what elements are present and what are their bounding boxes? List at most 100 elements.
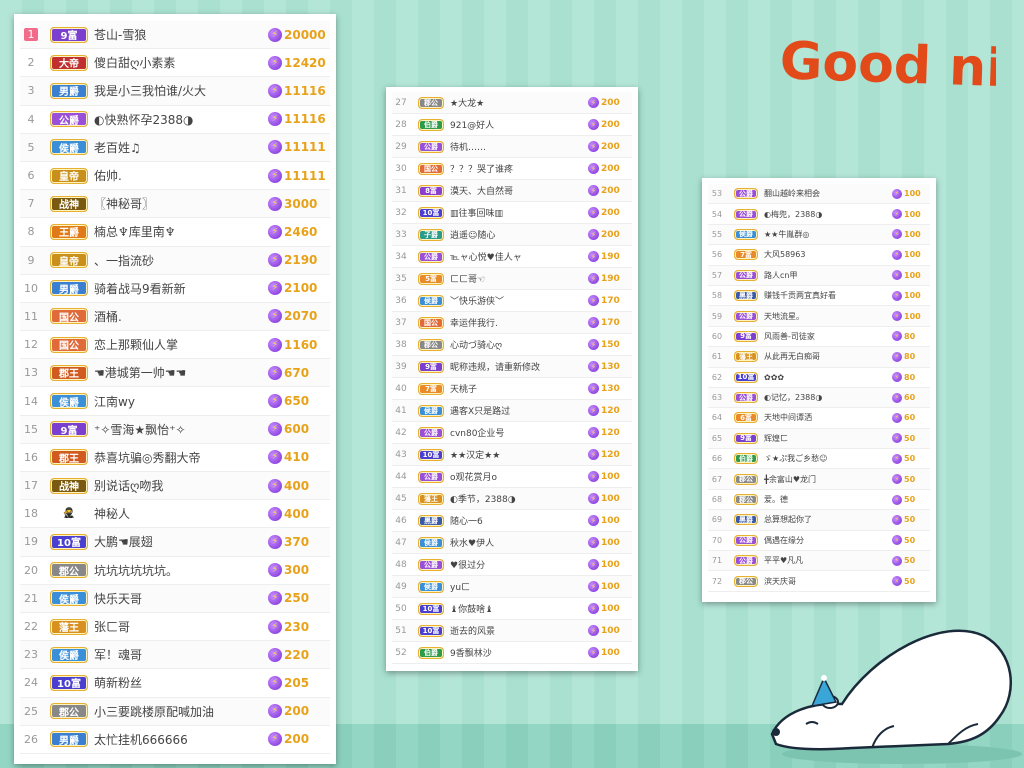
user-name[interactable]: 苍山-雪狼: [94, 26, 268, 43]
ranking-row[interactable]: 2 大帝 傻白甜ღ小素素 ⚡ 12420: [20, 49, 330, 78]
ranking-row[interactable]: 46 黑爵 随心一6 ⚡ 100: [392, 510, 632, 532]
user-name[interactable]: ◐快熟怀孕2388◑: [94, 111, 268, 128]
user-name[interactable]: 傻白甜ღ小素素: [94, 54, 268, 71]
ranking-row[interactable]: 41 侯爵 遇客Ⅹ只是路过 ⚡ 120: [392, 400, 632, 422]
ranking-row[interactable]: 37 国公 幸运伴我行. ⚡ 170: [392, 312, 632, 334]
ranking-row[interactable]: 70 公爵 偶遇在缘分 ⚡ 50: [708, 531, 930, 552]
ranking-row[interactable]: 15 9富 ⁺✧雪海★飘怡⁺✧ ⚡ 600: [20, 415, 330, 444]
ranking-row[interactable]: 17 战神 别说话ღ吻我 ⚡ 400: [20, 472, 330, 501]
user-name[interactable]: 逍遥☺随心: [450, 228, 588, 241]
user-name[interactable]: ℡ャ心悦♥佳人ャ: [450, 250, 588, 263]
ranking-row[interactable]: 27 郡公 ★大龙★ ⚡ 200: [392, 92, 632, 114]
ranking-row[interactable]: 6 皇帝 佑帅. ⚡ 11111: [20, 162, 330, 191]
user-name[interactable]: 赚钱千贡两宜真好看: [764, 290, 892, 301]
user-name[interactable]: ♝你鼓啥♝: [450, 602, 588, 615]
user-name[interactable]: ╋余富山♥龙门: [764, 474, 892, 485]
ranking-row[interactable]: 10 男爵 骑着战马9看新新 ⚡ 2100: [20, 275, 330, 303]
user-name[interactable]: 滨天庆哥: [764, 576, 892, 587]
ranking-row[interactable]: 9 皇帝 、一指流砂 ⚡ 2190: [20, 246, 330, 275]
ranking-row[interactable]: 28 伯爵 921@好人 ⚡ 200: [392, 114, 632, 136]
user-name[interactable]: 翻山越岭来相会: [764, 188, 892, 199]
user-name[interactable]: 太忙挂机666666: [94, 731, 268, 748]
user-name[interactable]: 恋上那颗仙人掌: [94, 336, 268, 353]
ranking-row[interactable]: 63 公爵 ◐记忆，2388◑ ⚡ 60: [708, 387, 930, 409]
user-name[interactable]: yuㄈ: [450, 580, 588, 593]
user-name[interactable]: 爱。德: [764, 494, 892, 505]
user-name[interactable]: 昵称违规，请重新修改: [450, 360, 588, 373]
user-name[interactable]: 、一指流砂: [94, 252, 268, 269]
ranking-row[interactable]: 58 黑爵 赚钱千贡两宜真好看 ⚡ 100: [708, 286, 930, 307]
user-name[interactable]: 天桃子: [450, 382, 588, 395]
ranking-row[interactable]: 24 10富 萌新粉丝 ⚡ 205: [20, 669, 330, 698]
ranking-row[interactable]: 22 藩王 张ㄈ哥 ⚡ 230: [20, 613, 330, 642]
ranking-row[interactable]: 3 男爵 我是小三我怕谁/火大 ⚡ 11116: [20, 77, 330, 106]
ranking-row[interactable]: 1 9富 苍山-雪狼 ⚡ 20000: [20, 21, 330, 50]
user-name[interactable]: 风雨善-司徒家: [764, 331, 892, 342]
user-name[interactable]: 漠天、大自然哥: [450, 184, 588, 197]
user-name[interactable]: 坑坑坑坑坑坑。: [94, 562, 268, 579]
user-name[interactable]: ★大龙★: [450, 96, 588, 109]
user-name[interactable]: 江南wy: [94, 393, 268, 410]
ranking-row[interactable]: 54 公爵 ◐梅兜，2388◑ ⚡ 100: [708, 204, 930, 225]
user-name[interactable]: 酒桶.: [94, 308, 268, 325]
user-name[interactable]: 萌新粉丝: [94, 674, 268, 691]
ranking-row[interactable]: 26 男爵 太忙挂机666666 ⚡ 200: [20, 726, 330, 754]
user-name[interactable]: 路人cn甲: [764, 270, 892, 281]
ranking-row[interactable]: 20 郡公 坑坑坑坑坑坑。 ⚡ 300: [20, 557, 330, 585]
ranking-row[interactable]: 72 郡公 滨天庆哥 ⚡ 50: [708, 571, 930, 592]
ranking-row[interactable]: 50 10富 ♝你鼓啥♝ ⚡ 100: [392, 598, 632, 620]
ranking-row[interactable]: 68 郡公 爱。德 ⚡ 50: [708, 490, 930, 511]
user-name[interactable]: 恭喜坑骗◎秀翻大帝: [94, 449, 268, 466]
ranking-row[interactable]: 4 公爵 ◐快熟怀孕2388◑ ⚡ 11116: [20, 106, 330, 134]
user-name[interactable]: 921@好人: [450, 118, 588, 131]
ranking-row[interactable]: 14 侯爵 江南wy ⚡ 650: [20, 387, 330, 416]
user-name[interactable]: 佑帅.: [94, 167, 268, 184]
ranking-row[interactable]: 31 8富 漠天、大自然哥 ⚡ 200: [392, 180, 632, 202]
ranking-row[interactable]: 16 郡王 恭喜坑骗◎秀翻大帝 ⚡ 410: [20, 444, 330, 472]
user-name[interactable]: 天地中间谭洒: [764, 412, 892, 423]
user-name[interactable]: 别说话ღ吻我: [94, 477, 268, 494]
user-name[interactable]: ◐季节，2388◑: [450, 492, 588, 505]
user-name[interactable]: ♥很过分: [450, 558, 588, 571]
user-name[interactable]: 秋水♥伊人: [450, 536, 588, 549]
ranking-row[interactable]: 43 10富 ★★汉定★★ ⚡ 120: [392, 444, 632, 466]
ranking-row[interactable]: 30 国公 ？？？哭了谁疼 ⚡ 200: [392, 158, 632, 180]
ranking-row[interactable]: 12 国公 恋上那颗仙人掌 ⚡ 1160: [20, 331, 330, 360]
ranking-row[interactable]: 47 侯爵 秋水♥伊人 ⚡ 100: [392, 532, 632, 554]
user-name[interactable]: 待机……: [450, 140, 588, 153]
user-name[interactable]: 逝去的风景: [450, 624, 588, 637]
user-name[interactable]: 张ㄈ哥: [94, 618, 268, 635]
ranking-row[interactable]: 19 10富 大鹏☚展翅 ⚡ 370: [20, 528, 330, 557]
ranking-row[interactable]: 45 藩王 ◐季节，2388◑ ⚡ 100: [392, 488, 632, 510]
user-name[interactable]: 大风58963: [764, 249, 892, 260]
ranking-row[interactable]: 60 9富 风雨善-司徒家 ⚡ 80: [708, 327, 930, 348]
ranking-row[interactable]: 21 侯爵 快乐天哥 ⚡ 250: [20, 584, 330, 613]
user-name[interactable]: 快乐天哥: [94, 590, 268, 607]
user-name[interactable]: ★★牛胤群◎: [764, 229, 892, 240]
ranking-row[interactable]: 5 侯爵 老百姓♫ ⚡ 11111: [20, 133, 330, 162]
user-name[interactable]: 军！魂哥: [94, 646, 268, 663]
user-name[interactable]: 平平♥凡凡: [764, 555, 892, 566]
ranking-row[interactable]: 62 10富 ✿✿✿ ⚡ 80: [708, 368, 930, 388]
user-name[interactable]: 心动づ骑心ღ: [450, 338, 588, 351]
ranking-row[interactable]: 66 伯爵 ゞ★ぷ我ご乡愁☺ ⚡ 50: [708, 449, 930, 470]
user-name[interactable]: o观花赏月o: [450, 470, 588, 483]
user-name[interactable]: 〖神秘哥〗: [94, 195, 268, 212]
ranking-row[interactable]: 71 公爵 平平♥凡凡 ⚡ 50: [708, 551, 930, 572]
user-name[interactable]: 老百姓♫: [94, 139, 268, 156]
ranking-row[interactable]: 67 郡公 ╋余富山♥龙门 ⚡ 50: [708, 469, 930, 490]
user-name[interactable]: ▥往事回味▥: [450, 206, 588, 219]
ranking-row[interactable]: 56 7富 大风58963 ⚡ 100: [708, 245, 930, 266]
ranking-row[interactable]: 32 10富 ▥往事回味▥ ⚡ 200: [392, 202, 632, 224]
ranking-row[interactable]: 49 侯爵 yuㄈ ⚡ 100: [392, 576, 632, 598]
user-name[interactable]: 天地流星。: [764, 311, 892, 322]
ranking-row[interactable]: 8 王爵 楠总♆库里南♆ ⚡ 2460: [20, 218, 330, 247]
ranking-row[interactable]: 69 黑爵 总算想起你了 ⚡ 50: [708, 510, 930, 531]
ranking-row[interactable]: 64 6富 天地中间谭洒 ⚡ 60: [708, 408, 930, 429]
ranking-row[interactable]: 55 侯爵 ★★牛胤群◎ ⚡ 100: [708, 224, 930, 246]
user-name[interactable]: 辉煌ㄈ: [764, 433, 892, 444]
user-name[interactable]: ◐梅兜，2388◑: [764, 209, 892, 220]
ranking-row[interactable]: 61 藩王 从此再无白痴哥 ⚡ 80: [708, 347, 930, 368]
user-name[interactable]: 遇客Ⅹ只是路过: [450, 404, 588, 417]
ranking-row[interactable]: 11 国公 酒桶. ⚡ 2070: [20, 302, 330, 332]
